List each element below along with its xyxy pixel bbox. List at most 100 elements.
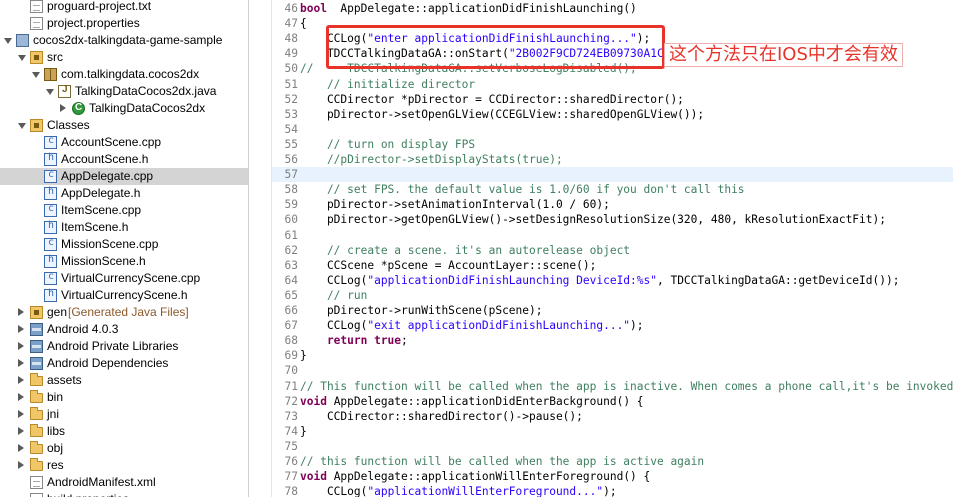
expanded-arrow-icon[interactable] <box>18 55 26 61</box>
code-string: "applicationWillEnterForeground..." <box>367 485 604 497</box>
tree-item[interactable]: TalkingDataCocos2dx <box>0 100 248 117</box>
code-line[interactable]: 71// This function will be called when t… <box>272 379 953 394</box>
tree-item[interactable]: VirtualCurrencyScene.cpp <box>0 270 248 287</box>
text-file-icon <box>30 0 43 13</box>
tree-item[interactable]: libs <box>0 423 248 440</box>
code-line[interactable]: 53 pDirector->setOpenGLView(CCEGLView::s… <box>272 107 953 122</box>
cpp-file-icon <box>44 271 57 285</box>
code-line[interactable]: 63 CCScene *pScene = AccountLayer::scene… <box>272 258 953 273</box>
code-line[interactable]: 62 // create a scene. it's an autoreleas… <box>272 243 953 258</box>
tree-item[interactable]: gen [Generated Java Files] <box>0 304 248 321</box>
tree-item[interactable]: com.talkingdata.cocos2dx <box>0 66 248 83</box>
code-line[interactable]: 77 void AppDelegate::applicationWillEnter… <box>272 469 953 484</box>
tree-item[interactable]: Android Dependencies <box>0 355 248 372</box>
code-keyword: return true <box>300 334 402 348</box>
code-line[interactable]: 70 <box>272 363 953 378</box>
collapsed-arrow-icon[interactable] <box>18 461 24 469</box>
collapsed-arrow-icon[interactable] <box>18 410 24 418</box>
header-file-icon <box>44 220 57 234</box>
collapsed-arrow-icon[interactable] <box>18 342 24 350</box>
tree-item[interactable]: VirtualCurrencyScene.h <box>0 287 248 304</box>
tree-item[interactable]: ItemScene.h <box>0 219 248 236</box>
code-line[interactable]: 51 // initialize director <box>272 77 953 92</box>
code-line[interactable]: 60 pDirector->getOpenGLView()->setDesign… <box>272 212 953 227</box>
collapsed-arrow-icon[interactable] <box>18 325 24 333</box>
tree-item[interactable]: project.properties <box>0 15 248 32</box>
expanded-arrow-icon[interactable] <box>18 123 26 129</box>
tree-item-label: AppDelegate.h <box>61 186 141 200</box>
tree-item[interactable]: ItemScene.cpp <box>0 202 248 219</box>
code-line[interactable]: 65 // run <box>272 288 953 303</box>
tree-item[interactable]: TalkingDataCocos2dx.java <box>0 83 248 100</box>
tree-item[interactable]: src <box>0 49 248 66</box>
line-number: 75 <box>284 439 298 453</box>
collapsed-arrow-icon[interactable] <box>18 444 24 452</box>
code-line[interactable]: 46 bool AppDelegate::applicationDidFinish… <box>272 1 953 16</box>
code-editor[interactable]: 46 bool AppDelegate::applicationDidFinish… <box>272 0 953 497</box>
code-line[interactable]: 66 pDirector->runWithScene(pScene); <box>272 303 953 318</box>
tree-item[interactable]: Classes <box>0 117 248 134</box>
header-file-icon <box>44 254 57 268</box>
tree-item[interactable]: jni <box>0 406 248 423</box>
tree-item[interactable]: build.properties <box>0 491 248 497</box>
tree-item[interactable]: obj <box>0 440 248 457</box>
code-line[interactable]: 72 void AppDelegate::applicationDidEnterB… <box>272 394 953 409</box>
code-line[interactable]: 76// this function will be called when t… <box>272 454 953 469</box>
code-line[interactable]: 68 return true; <box>272 333 953 348</box>
line-number: 49 <box>284 47 298 61</box>
collapsed-arrow-icon[interactable] <box>18 308 24 316</box>
line-number: 54 <box>284 122 298 136</box>
tree-item-label: bin <box>47 390 64 404</box>
text-file-icon <box>30 17 43 30</box>
tree-item[interactable]: proguard-project.txt <box>0 0 248 15</box>
tree-item[interactable]: res <box>0 457 248 474</box>
tree-item[interactable]: MissionScene.cpp <box>0 236 248 253</box>
collapsed-arrow-icon[interactable] <box>18 427 24 435</box>
tree-item[interactable]: AppDelegate.h <box>0 185 248 202</box>
code-line[interactable]: 69} <box>272 348 953 363</box>
code-line[interactable]: 67 CCLog("exit applicationDidFinishLaunc… <box>272 318 953 333</box>
expanded-arrow-icon[interactable] <box>32 72 40 78</box>
tree-item[interactable]: bin <box>0 389 248 406</box>
expanded-arrow-icon[interactable] <box>4 38 12 44</box>
code-line[interactable]: 52 CCDirector *pDirector = CCDirector::s… <box>272 92 953 107</box>
code-line[interactable]: 55 // turn on display FPS <box>272 137 953 152</box>
line-number: 47 <box>284 17 298 31</box>
tree-item[interactable]: AccountScene.cpp <box>0 134 248 151</box>
expanded-arrow-icon[interactable] <box>46 89 54 95</box>
tree-item[interactable]: cocos2dx-talkingdata-game-sample <box>0 32 248 49</box>
collapsed-arrow-icon[interactable] <box>60 104 66 112</box>
tree-item[interactable]: MissionScene.h <box>0 253 248 270</box>
folder-icon <box>30 441 43 454</box>
collapsed-arrow-icon[interactable] <box>18 393 24 401</box>
code-line[interactable]: 73 CCDirector::sharedDirector()->pause()… <box>272 409 953 424</box>
code-text: AppDelegate::applicationDidEnterBackgrou… <box>326 394 644 408</box>
code-line[interactable]: 78 CCLog("applicationWillEnterForeground… <box>272 484 953 497</box>
tree-item[interactable]: assets <box>0 372 248 389</box>
code-line[interactable]: 59 pDirector->setAnimationInterval(1.0 /… <box>272 197 953 212</box>
tree-item[interactable]: Android 4.0.3 <box>0 321 248 338</box>
code-line[interactable]: 54 <box>272 122 953 137</box>
collapsed-arrow-icon[interactable] <box>18 359 24 367</box>
tree-item[interactable]: Android Private Libraries <box>0 338 248 355</box>
tree-item[interactable]: AndroidManifest.xml <box>0 474 248 491</box>
line-number: 64 <box>284 273 298 287</box>
folder-icon <box>30 407 43 420</box>
code-line[interactable]: 58 // set FPS. the default value is 1.0/… <box>272 182 953 197</box>
line-number: 52 <box>284 92 298 106</box>
code-line[interactable]: 64 CCLog("applicationDidFinishLaunching … <box>272 273 953 288</box>
code-line[interactable]: 61 <box>272 228 953 243</box>
code-line[interactable]: 74} <box>272 424 953 439</box>
code-text: CCLog( <box>300 319 368 333</box>
tree-item-label: AndroidManifest.xml <box>47 475 156 489</box>
code-comment: // run <box>300 288 368 302</box>
code-line[interactable]: 75 <box>272 439 953 454</box>
collapsed-arrow-icon[interactable] <box>18 376 24 384</box>
tree-item-label: AppDelegate.cpp <box>61 169 154 183</box>
code-line[interactable]: 56 //pDirector->setDisplayStats(true); <box>272 152 953 167</box>
code-line[interactable]: 57 <box>272 167 953 183</box>
line-number: 58 <box>284 183 298 197</box>
code-text: pDirector->getOpenGLView()->setDesignRes… <box>300 213 886 227</box>
tree-item[interactable]: AccountScene.h <box>0 151 248 168</box>
tree-item[interactable]: AppDelegate.cpp <box>0 168 248 185</box>
